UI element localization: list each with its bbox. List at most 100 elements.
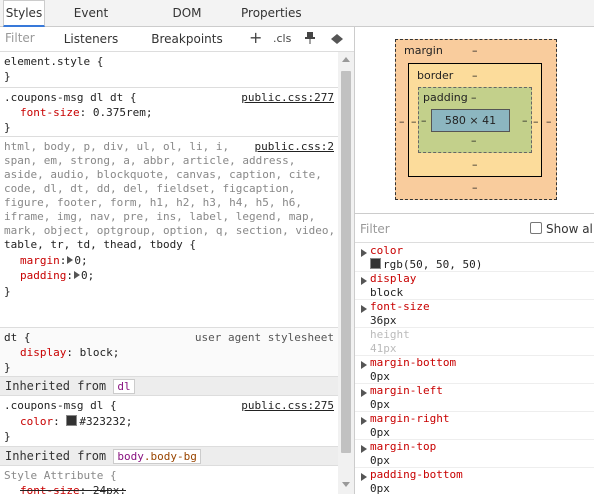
rule-selector-line: code, dl, dt, dd, del, fieldset, figcapt… <box>4 182 296 195</box>
padding-left-value[interactable]: – <box>421 114 427 127</box>
computed-property-value: rgb(50, 50, 50) <box>370 258 482 271</box>
property-value[interactable]: 24px; <box>93 484 126 494</box>
expand-arrow-icon[interactable] <box>361 389 367 397</box>
inherited-label: Inherited from <box>5 449 107 463</box>
computed-property-value: 36px <box>370 314 397 327</box>
margin-left-value[interactable]: – <box>399 115 405 128</box>
border-label: border <box>417 69 454 82</box>
property-name: display <box>20 346 67 359</box>
rule-close: } <box>4 70 11 83</box>
property-value[interactable]: 0; <box>81 269 94 282</box>
scrollbar-thumb[interactable] <box>341 71 351 453</box>
scroll-up-arrow-icon[interactable] <box>342 57 350 62</box>
property-name[interactable]: margin <box>20 254 60 267</box>
color-swatch <box>370 258 381 269</box>
computed-property-value: 0px <box>370 426 390 439</box>
property-value[interactable]: 0; <box>74 254 87 267</box>
new-rule-icon[interactable]: + <box>249 27 262 49</box>
property-name[interactable]: font-size <box>20 106 80 119</box>
tab-event-listeners[interactable]: Event Listeners <box>49 0 133 46</box>
sidebar-tabs: Styles Event Listeners DOM Breakpoints P… <box>0 0 594 46</box>
property-name[interactable]: color <box>20 415 53 428</box>
rule-source-link[interactable]: public.css:277 <box>241 91 334 104</box>
border-top-value[interactable]: – <box>472 69 478 82</box>
rule-declaration[interactable]: padding: 0; <box>20 269 94 282</box>
chip-tag: body <box>117 450 144 463</box>
tab-styles[interactable]: Styles <box>3 0 45 27</box>
box-model-margin[interactable]: margin – – – – border – – – – padding – … <box>395 39 557 200</box>
show-all-toggle[interactable]: Show all <box>530 222 594 236</box>
computed-property-margin-right[interactable]: margin-right 0px <box>355 411 594 440</box>
property-name[interactable]: font-size <box>20 484 80 494</box>
inherited-header: Inherited from body.body-bg <box>0 447 338 466</box>
rule-declaration[interactable]: font-size: 0.375rem; <box>20 106 152 119</box>
padding-right-value[interactable]: – <box>522 114 528 127</box>
rule-source-link[interactable]: public.css:275 <box>241 399 334 412</box>
expand-shorthand-icon[interactable] <box>67 256 74 264</box>
inherited-node-chip[interactable]: body.body-bg <box>113 449 201 464</box>
inherited-node-chip[interactable]: dl <box>113 379 135 394</box>
computed-property-margin-left[interactable]: margin-left 0px <box>355 383 594 412</box>
computed-property-display[interactable]: display block <box>355 271 594 300</box>
show-all-checkbox[interactable] <box>530 222 542 234</box>
computed-filter-input[interactable]: Filter <box>360 222 390 236</box>
rule-declaration-overridden[interactable]: font-size: 24px; <box>20 484 126 494</box>
tab-dom-breakpoints[interactable]: DOM Breakpoints <box>138 0 236 46</box>
rule-declaration[interactable]: margin: 0; <box>20 254 88 267</box>
padding-bottom-value[interactable]: – <box>471 134 477 147</box>
computed-property-name: margin-bottom <box>370 356 457 369</box>
rule-declaration[interactable]: color: #323232; <box>20 415 132 428</box>
computed-property-value: 0px <box>370 454 390 467</box>
computed-property-value: 0px <box>370 398 390 411</box>
element-state-icon[interactable] <box>331 34 343 44</box>
box-model: margin – – – – border – – – – padding – … <box>355 27 594 214</box>
expand-arrow-icon[interactable] <box>361 473 367 481</box>
box-model-content[interactable]: 580 × 41 <box>431 109 510 132</box>
color-swatch[interactable] <box>66 415 78 426</box>
computed-properties-list: color rgb(50, 50, 50) display block font… <box>355 243 594 494</box>
computed-property-value: 41px <box>370 342 397 355</box>
margin-top-value[interactable]: – <box>472 44 478 57</box>
border-left-value[interactable]: – <box>411 115 417 128</box>
border-bottom-value[interactable]: – <box>472 158 478 171</box>
rule-source-link[interactable]: public.css:2 <box>255 140 334 153</box>
expand-arrow-icon[interactable] <box>361 417 367 425</box>
property-name[interactable]: padding <box>20 269 66 282</box>
styles-filter-input[interactable]: Filter <box>5 31 35 45</box>
chip-tag: dl <box>117 380 131 393</box>
border-right-value[interactable]: – <box>533 115 539 128</box>
rule-selector: .coupons-msg dl { <box>4 399 117 412</box>
expand-arrow-icon[interactable] <box>361 445 367 453</box>
rule-selector-line: iframe, img, nav, pre, ins, label, legen… <box>4 210 316 223</box>
pin-icon[interactable] <box>305 32 315 44</box>
padding-top-value[interactable]: – <box>471 91 477 104</box>
computed-property-margin-top[interactable]: margin-top 0px <box>355 439 594 468</box>
expand-arrow-icon[interactable] <box>361 305 367 313</box>
expand-arrow-icon[interactable] <box>361 277 367 285</box>
padding-label: padding <box>423 91 468 104</box>
margin-right-value[interactable]: – <box>546 115 552 128</box>
computed-property-color[interactable]: color rgb(50, 50, 50) <box>355 243 594 272</box>
property-value[interactable]: #323232; <box>79 415 132 428</box>
rule-coupons-dl: .coupons-msg dl { public.css:275 color: … <box>0 396 338 447</box>
property-value[interactable]: 0.375rem; <box>93 106 153 119</box>
expand-shorthand-icon[interactable] <box>73 271 80 279</box>
computed-property-name: margin-right <box>370 412 450 425</box>
computed-property-font-size[interactable]: font-size 36px <box>355 299 594 328</box>
expand-arrow-icon[interactable] <box>361 249 367 257</box>
computed-property-padding-bottom[interactable]: padding-bottom 0px <box>355 467 594 494</box>
computed-property-name: font-size <box>370 300 430 313</box>
tab-properties[interactable]: Properties <box>241 0 302 26</box>
margin-bottom-value[interactable]: – <box>472 181 478 194</box>
computed-property-margin-bottom[interactable]: margin-bottom 0px <box>355 355 594 384</box>
expand-arrow-icon[interactable] <box>361 361 367 369</box>
cls-toggle-button[interactable]: .cls <box>273 32 291 45</box>
rule-close: } <box>4 285 11 298</box>
box-model-border[interactable]: border – – – – padding – – – – 580 × 41 <box>408 63 542 177</box>
inherited-header: Inherited from dl <box>0 377 338 396</box>
rule-selector-line: mark, object, optgroup, option, q, secti… <box>4 224 336 237</box>
scroll-down-arrow-icon[interactable] <box>342 482 350 487</box>
computed-property-height[interactable]: height 41px <box>355 327 594 356</box>
box-model-padding[interactable]: padding – – – – 580 × 41 <box>418 87 532 153</box>
rule-selector-line: table, tr, td, thead, tbody { <box>4 238 197 251</box>
